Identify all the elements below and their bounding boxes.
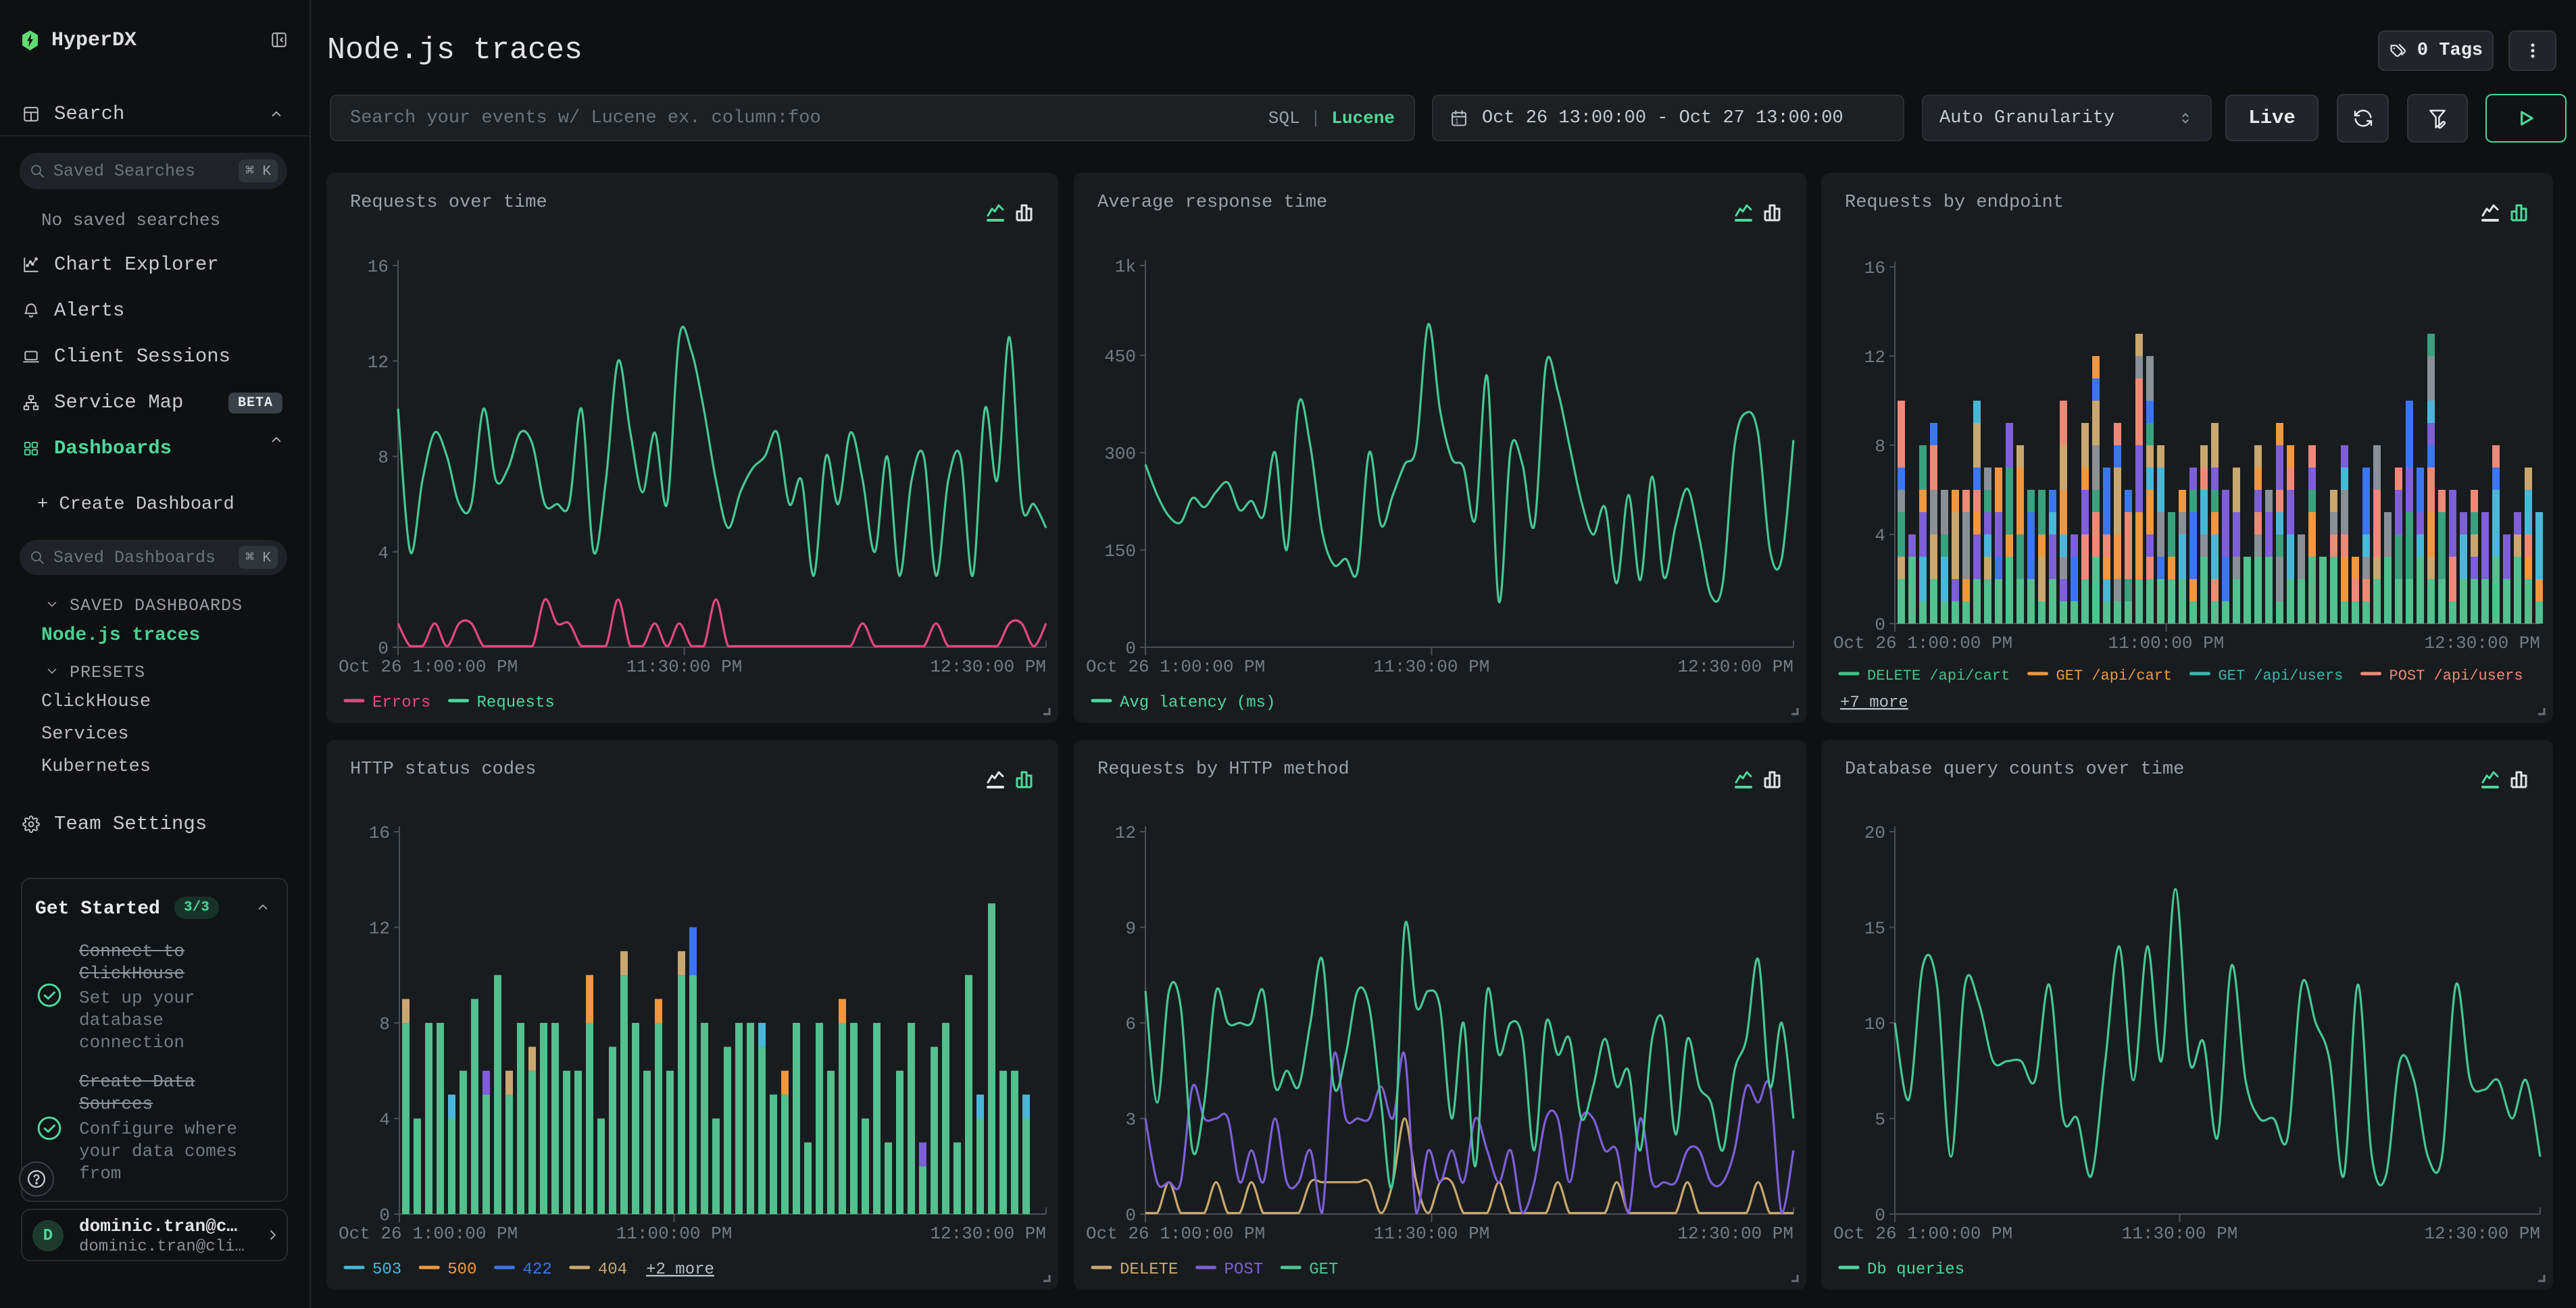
svg-text:0: 0: [378, 638, 389, 659]
svg-text:Errors: Errors: [372, 694, 430, 712]
svg-text:5: 5: [1875, 1110, 1885, 1130]
svg-text:Oct 26 1:00:00 PM: Oct 26 1:00:00 PM: [339, 657, 518, 677]
svg-text:6: 6: [1125, 1014, 1136, 1034]
svg-text:12: 12: [369, 919, 390, 939]
svg-text:0: 0: [1125, 1205, 1136, 1226]
svg-text:GET: GET: [1309, 1261, 1338, 1279]
svg-text:150: 150: [1104, 541, 1136, 561]
svg-text:0: 0: [1875, 615, 1885, 635]
svg-text:12:30:00 PM: 12:30:00 PM: [930, 657, 1046, 677]
svg-text:500: 500: [447, 1261, 476, 1279]
svg-text:4: 4: [379, 1110, 390, 1130]
svg-text:12:30:00 PM: 12:30:00 PM: [1677, 1224, 1793, 1244]
svg-text:GET /api/users: GET /api/users: [2218, 668, 2343, 684]
svg-text:GET /api/cart: GET /api/cart: [2056, 668, 2173, 684]
svg-text:12: 12: [1115, 823, 1136, 843]
svg-text:20: 20: [1864, 823, 1885, 843]
svg-text:300: 300: [1104, 444, 1136, 464]
svg-text:Oct 26 1:00:00 PM: Oct 26 1:00:00 PM: [1086, 657, 1265, 677]
svg-text:12: 12: [368, 352, 389, 372]
svg-text:12:30:00 PM: 12:30:00 PM: [2424, 1224, 2540, 1244]
svg-text:Requests: Requests: [477, 694, 555, 712]
svg-text:422: 422: [523, 1261, 552, 1279]
svg-text:10: 10: [1864, 1014, 1885, 1034]
svg-text:11:00:00 PM: 11:00:00 PM: [616, 1224, 733, 1244]
svg-text:11:30:00 PM: 11:30:00 PM: [1374, 657, 1490, 677]
svg-text:+7 more: +7 more: [1840, 694, 1908, 712]
svg-text:DELETE /api/cart: DELETE /api/cart: [1867, 668, 2010, 684]
svg-text:8: 8: [379, 1014, 390, 1034]
svg-text:Oct 26 1:00:00 PM: Oct 26 1:00:00 PM: [1086, 1224, 1265, 1244]
svg-text:HTTP status codes: HTTP status codes: [350, 759, 536, 780]
svg-text:1k: 1k: [1115, 257, 1136, 277]
svg-text:12:30:00 PM: 12:30:00 PM: [930, 1224, 1046, 1244]
svg-text:16: 16: [1864, 258, 1885, 278]
svg-text:11:30:00 PM: 11:30:00 PM: [626, 657, 743, 677]
svg-text:Requests over time: Requests over time: [350, 193, 547, 213]
svg-text:8: 8: [1875, 436, 1885, 457]
svg-text:12:30:00 PM: 12:30:00 PM: [2424, 633, 2540, 653]
svg-text:Average response time: Average response time: [1097, 193, 1327, 213]
svg-text:11:00:00 PM: 11:00:00 PM: [2108, 633, 2225, 653]
svg-text:Database query counts over tim: Database query counts over time: [1845, 759, 2184, 780]
svg-text:450: 450: [1104, 347, 1136, 367]
svg-text:404: 404: [598, 1261, 627, 1279]
svg-text:Oct 26 1:00:00 PM: Oct 26 1:00:00 PM: [1833, 633, 2012, 653]
svg-text:Oct 26 1:00:00 PM: Oct 26 1:00:00 PM: [339, 1224, 518, 1244]
svg-text:0: 0: [1875, 1205, 1885, 1226]
svg-text:12:30:00 PM: 12:30:00 PM: [1677, 657, 1793, 677]
svg-text:0: 0: [379, 1205, 390, 1226]
svg-text:POST /api/users: POST /api/users: [2389, 668, 2523, 684]
svg-text:DELETE: DELETE: [1120, 1261, 1178, 1279]
svg-text:+2 more: +2 more: [646, 1261, 714, 1279]
svg-text:11:30:00 PM: 11:30:00 PM: [1374, 1224, 1490, 1244]
svg-text:12: 12: [1864, 347, 1885, 368]
svg-text:8: 8: [378, 448, 389, 468]
svg-text:503: 503: [372, 1261, 401, 1279]
svg-text:0: 0: [1125, 638, 1136, 659]
svg-text:POST: POST: [1224, 1261, 1264, 1279]
svg-text:Requests by endpoint: Requests by endpoint: [1845, 193, 2064, 213]
svg-text:3: 3: [1125, 1110, 1136, 1130]
svg-text:Db queries: Db queries: [1867, 1261, 1964, 1279]
svg-text:4: 4: [1875, 526, 1885, 546]
svg-text:Oct 26 1:00:00 PM: Oct 26 1:00:00 PM: [1833, 1224, 2012, 1244]
svg-text:11:30:00 PM: 11:30:00 PM: [2122, 1224, 2238, 1244]
svg-text:15: 15: [1864, 919, 1885, 939]
svg-text:Requests by HTTP method: Requests by HTTP method: [1097, 759, 1349, 780]
svg-text:16: 16: [369, 823, 390, 843]
svg-text:Avg latency (ms): Avg latency (ms): [1120, 694, 1275, 712]
svg-text:16: 16: [368, 257, 389, 277]
svg-text:9: 9: [1125, 919, 1136, 939]
svg-text:4: 4: [378, 543, 389, 563]
